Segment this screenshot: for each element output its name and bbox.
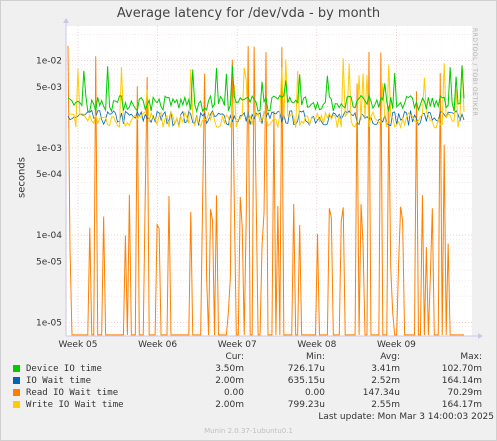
avg-value: 3.41m (371, 364, 400, 374)
cur-value: 2.00m (215, 376, 244, 386)
min-value: 726.17u (287, 364, 325, 374)
series-name: Write IO Wait time (26, 400, 124, 410)
x-tick-label: Week 09 (377, 340, 416, 350)
legend-row-io-wait: IO Wait time 2.00m 635.15u 2.52m 164.14m (12, 375, 487, 387)
avg-value: 2.55m (371, 400, 400, 410)
y-tick-label: 5e-03 (36, 83, 62, 93)
cur-value: 2.00m (215, 400, 244, 410)
y-tick-label: 1e-05 (36, 318, 62, 328)
legend-row-device-io: Device IO time 3.50m 726.17u 3.41m 102.7… (12, 363, 487, 375)
header-max: Max: (460, 352, 482, 362)
x-axis-arrow (478, 333, 483, 339)
series-name: Device IO time (26, 364, 102, 374)
header-min: Min: (305, 352, 325, 362)
series-name: IO Wait time (26, 376, 92, 386)
swatch-read-io-wait (13, 389, 20, 396)
swatch-device-io (13, 365, 20, 372)
min-value: 0.00 (304, 388, 325, 398)
max-value: 70.29m (447, 388, 482, 398)
x-ticks: Week 05 Week 06 Week 07 Week 08 Week 09 (59, 340, 417, 350)
y-tick-label: 5e-04 (36, 170, 62, 180)
legend: Cur: Min: Avg: Max: Device IO time 3.50m… (12, 351, 487, 411)
header-avg: Avg: (380, 352, 400, 362)
header-cur: Cur: (225, 352, 244, 362)
legend-row-write-io-wait: Write IO Wait time 2.00m 799.23u 2.55m 1… (12, 399, 487, 411)
last-update: Last update: Mon Mar 3 14:00:03 2025 (318, 412, 494, 422)
avg-value: 2.52m (371, 376, 400, 386)
y-tick-label: 1e-02 (36, 57, 62, 67)
x-tick-label: Week 07 (218, 340, 257, 350)
avg-value: 147.34u (362, 388, 400, 398)
swatch-io-wait (13, 377, 20, 384)
swatch-write-io-wait (13, 401, 20, 408)
y-axis-arrow (63, 18, 69, 23)
max-value: 164.14m (441, 376, 482, 386)
max-value: 102.70m (441, 364, 482, 374)
max-value: 164.17m (441, 400, 482, 410)
y-tick-label: 5e-05 (36, 257, 62, 267)
y-tick-label: 1e-03 (36, 144, 62, 154)
y-ticks: 1e-02 5e-03 1e-03 5e-04 1e-04 5e-05 1e-05 (36, 57, 62, 329)
x-tick-label: Week 06 (138, 340, 177, 350)
y-tick-label: 1e-04 (36, 231, 62, 241)
legend-row-read-io-wait: Read IO Wait time 0.00 0.00 147.34u 70.2… (12, 387, 487, 399)
x-tick-label: Week 05 (59, 340, 98, 350)
cur-value: 0.00 (223, 388, 244, 398)
cur-value: 3.50m (215, 364, 244, 374)
series-name: Read IO Wait time (26, 388, 119, 398)
latency-chart: 1e-02 5e-03 1e-03 5e-04 1e-04 5e-05 1e-05 Week… (36, 18, 483, 350)
min-value: 635.15u (287, 376, 325, 386)
munin-version: Munin 2.0.37-1ubuntu0.1 (204, 427, 293, 435)
legend-header: Cur: Min: Avg: Max: (12, 351, 487, 363)
min-value: 799.23u (287, 400, 325, 410)
x-tick-label: Week 08 (297, 340, 336, 350)
